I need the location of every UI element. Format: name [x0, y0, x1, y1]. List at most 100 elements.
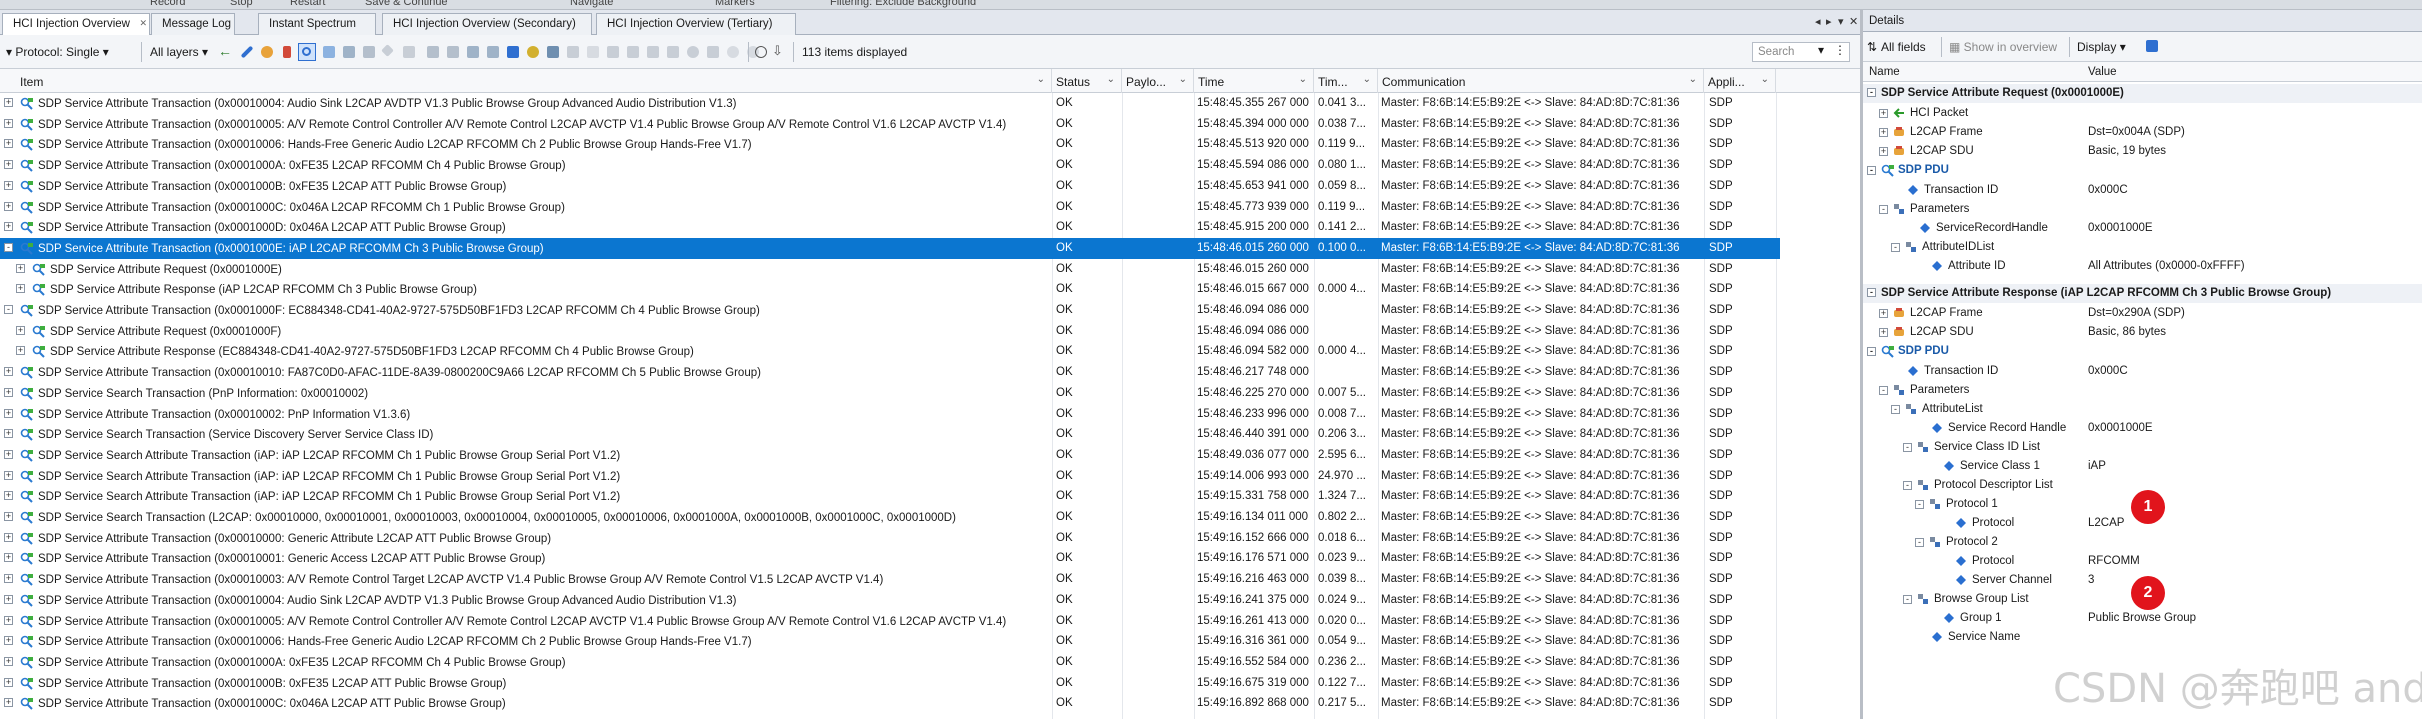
collapse-icon[interactable]: -: [1915, 499, 1924, 509]
list-icon[interactable]: [624, 43, 642, 61]
expand-icon[interactable]: +: [4, 553, 13, 563]
details-field[interactable]: Transaction ID 0x000C: [1863, 362, 2422, 381]
collapse-icon[interactable]: -: [1867, 288, 1876, 298]
bookmark-icon[interactable]: [360, 43, 378, 61]
image-icon[interactable]: [644, 43, 662, 61]
protocol-dropdown[interactable]: ▾ Protocol: Single ▾: [6, 45, 109, 59]
square-icon[interactable]: [584, 43, 602, 61]
tab-overview-tertiary[interactable]: HCI Injection Overview (Tertiary): [596, 13, 796, 35]
details-section[interactable]: - SDP Service Attribute Request (0x000100…: [1863, 84, 2422, 103]
details-field[interactable]: + L2CAP SDU Basic, 19 bytes: [1863, 142, 2422, 161]
expand-icon[interactable]: +: [4, 180, 13, 190]
expand-icon[interactable]: +: [16, 346, 25, 356]
download-icon[interactable]: ⇩: [772, 43, 790, 61]
expand-icon[interactable]: +: [4, 656, 13, 666]
disk-icon[interactable]: [504, 43, 522, 61]
restart-button[interactable]: Restart: [290, 0, 325, 8]
details-field[interactable]: - SDP PDU: [1863, 161, 2422, 180]
details-field[interactable]: Service Class 1 iAP: [1863, 457, 2422, 476]
table-row[interactable]: + SDP Service Search Transaction (PnP Inf…: [0, 383, 1780, 404]
table-row[interactable]: + SDP Service Attribute Transaction (0x00…: [0, 611, 1780, 632]
table-row[interactable]: + SDP Service Attribute Transaction (0x00…: [0, 590, 1780, 611]
expand-icon[interactable]: +: [4, 491, 13, 501]
table-row[interactable]: + SDP Service Attribute Transaction (0x00…: [0, 197, 1780, 218]
expand-icon[interactable]: +: [4, 160, 13, 170]
pane-close-icon[interactable]: ✕: [1849, 15, 1858, 28]
details-field[interactable]: Service Record Handle 0x0001000E: [1863, 419, 2422, 438]
pencil-icon[interactable]: [238, 43, 256, 61]
table-row[interactable]: - SDP Service Attribute Transaction (0x00…: [0, 300, 1780, 321]
markers-button[interactable]: Markers: [715, 0, 755, 8]
navigate-button[interactable]: Navigate: [570, 0, 613, 8]
table-row[interactable]: + SDP Service Attribute Transaction (0x00…: [0, 548, 1780, 569]
col-value[interactable]: Value: [2088, 66, 2117, 78]
details-field[interactable]: - Service Class ID List: [1863, 438, 2422, 457]
card-icon[interactable]: [664, 43, 682, 61]
table-row[interactable]: + SDP Service Attribute Transaction (0x00…: [0, 362, 1780, 383]
expand-icon[interactable]: +: [4, 201, 13, 211]
table-row[interactable]: + SDP Service Attribute Transaction (0x00…: [0, 404, 1780, 425]
table-row[interactable]: + SDP Service Attribute Request (0x000100…: [0, 259, 1780, 280]
collapse-icon[interactable]: -: [1867, 346, 1876, 356]
audio-icon[interactable]: [464, 43, 482, 61]
collapse-icon[interactable]: -: [1867, 88, 1876, 98]
details-section[interactable]: - SDP Service Attribute Response (iAP L2C…: [1863, 284, 2422, 303]
col-time[interactable]: Time ⌄: [1194, 69, 1314, 93]
expand-icon[interactable]: +: [4, 698, 13, 708]
search-options-icon[interactable]: ⋮: [1834, 43, 1846, 57]
expand-icon[interactable]: +: [4, 470, 13, 480]
expand-icon[interactable]: +: [4, 512, 13, 521]
details-field[interactable]: - Parameters: [1863, 200, 2422, 219]
expand-icon[interactable]: +: [4, 139, 13, 149]
clock-icon[interactable]: [752, 43, 770, 61]
expand-icon[interactable]: +: [16, 263, 25, 273]
expand-icon[interactable]: +: [4, 367, 13, 377]
expand-icon[interactable]: +: [16, 325, 25, 335]
details-field[interactable]: + L2CAP Frame Dst=0x290A (SDP): [1863, 304, 2422, 323]
table-row[interactable]: + SDP Service Search Attribute Transactio…: [0, 466, 1780, 487]
details-field[interactable]: ServiceRecordHandle 0x0001000E: [1863, 219, 2422, 238]
collapse-icon[interactable]: -: [1879, 385, 1888, 395]
expand-icon[interactable]: +: [1879, 308, 1888, 318]
table-row[interactable]: + SDP Service Attribute Transaction (0x00…: [0, 134, 1780, 155]
details-field[interactable]: - Protocol 2: [1863, 533, 2422, 552]
collapse-icon[interactable]: -: [4, 305, 13, 314]
details-field[interactable]: + L2CAP SDU Basic, 86 bytes: [1863, 323, 2422, 342]
tab-scroll-left-icon[interactable]: ◂: [1815, 15, 1821, 28]
expand-icon[interactable]: +: [4, 636, 13, 646]
collapse-icon[interactable]: -: [1891, 404, 1900, 414]
collapse-icon[interactable]: -: [1903, 480, 1912, 490]
details-field[interactable]: Group 1 Public Browse Group: [1863, 609, 2422, 628]
layers-dropdown[interactable]: All layers ▾: [150, 45, 208, 59]
select-icon[interactable]: [320, 43, 338, 61]
col-status[interactable]: Status ⌄: [1052, 69, 1122, 93]
grid-icon[interactable]: [564, 43, 582, 61]
search-dropdown-icon[interactable]: ▾: [1818, 43, 1824, 57]
collapse-icon[interactable]: -: [1891, 242, 1900, 252]
expand-icon[interactable]: +: [4, 429, 13, 439]
save-continue-button[interactable]: Save & Continue: [365, 0, 448, 8]
details-field[interactable]: - SDP PDU: [1863, 342, 2422, 361]
collapse-icon[interactable]: -: [1879, 204, 1888, 214]
col-time-delta[interactable]: Tim... ⌄: [1314, 69, 1378, 93]
table-row[interactable]: + SDP Service Search Transaction (Service…: [0, 424, 1780, 445]
filtering-button[interactable]: Filtering: Exclude Background: [830, 0, 976, 8]
expand-icon[interactable]: +: [1879, 108, 1888, 118]
table-row[interactable]: + SDP Service Search Attribute Transactio…: [0, 486, 1780, 507]
tab-overview-secondary[interactable]: HCI Injection Overview (Secondary): [382, 13, 592, 35]
gem-icon[interactable]: [380, 43, 398, 61]
table-row[interactable]: + SDP Service Attribute Transaction (0x00…: [0, 693, 1780, 714]
audio-out-icon[interactable]: [484, 43, 502, 61]
tab-hci-injection-overview[interactable]: HCI Injection Overview ✕: [2, 13, 150, 36]
tab-message-log[interactable]: Message Log: [151, 13, 235, 35]
tool-icon[interactable]: [544, 43, 562, 61]
details-field[interactable]: - Parameters: [1863, 381, 2422, 400]
col-item[interactable]: Item ⌄: [0, 69, 1052, 93]
filter-icon[interactable]: [278, 43, 296, 61]
all-fields-button[interactable]: All fields: [1881, 40, 1926, 54]
expand-icon[interactable]: +: [16, 284, 25, 294]
tab-instant-spectrum[interactable]: Instant Spectrum: [258, 13, 376, 35]
expand-icon[interactable]: +: [4, 615, 13, 625]
collapse-icon[interactable]: -: [1915, 537, 1924, 547]
expand-icon[interactable]: +: [4, 532, 13, 542]
